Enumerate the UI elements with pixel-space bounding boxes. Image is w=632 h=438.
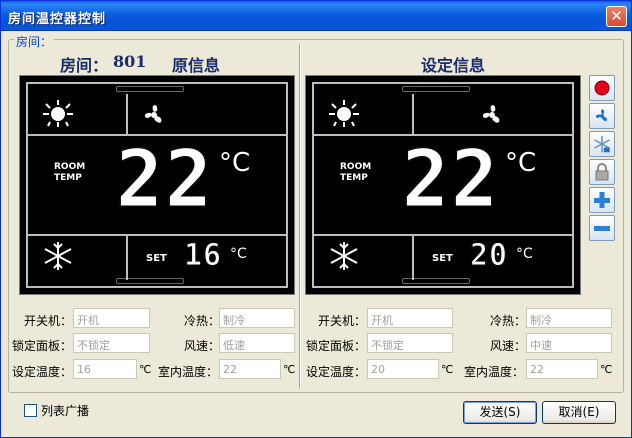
room-temp-label-line1: ROOM bbox=[54, 162, 86, 172]
room-temp-label: 室内温度： bbox=[463, 365, 524, 379]
title-bar[interactable]: 房间温控器控制 ✕ bbox=[1, 1, 631, 31]
set-label: SET bbox=[146, 253, 167, 264]
increase-button[interactable] bbox=[589, 187, 615, 213]
broadcast-label[interactable]: 列表广播 bbox=[41, 402, 89, 419]
setting-fan-field[interactable]: 中速 bbox=[526, 333, 612, 353]
original-fan-field[interactable]: 低速 bbox=[219, 333, 295, 353]
room-temp-unit: ℃ bbox=[600, 363, 613, 376]
mode-button[interactable] bbox=[589, 131, 615, 157]
group-label: 房间： bbox=[14, 33, 55, 50]
original-lcd-display: ROOM TEMP 22 °C SET 16 °C bbox=[19, 75, 295, 295]
set-temp-unit: ℃ bbox=[139, 363, 152, 376]
set-temp-unit: °C bbox=[230, 246, 247, 262]
mode-label: 冷热： bbox=[489, 314, 526, 328]
lock-button[interactable] bbox=[589, 159, 615, 185]
room-temp-unit: °C bbox=[505, 148, 537, 178]
setting-set-temp-field[interactable]: 20 bbox=[367, 359, 439, 379]
set-temp-label: 设定温度： bbox=[305, 365, 366, 379]
room-temperature-digits: 22 bbox=[116, 135, 214, 225]
sun-icon bbox=[326, 98, 362, 131]
room-temperature-digits: 22 bbox=[402, 135, 500, 225]
room-temp-label-line1: ROOM bbox=[340, 162, 372, 172]
room-temp-label-line2: TEMP bbox=[54, 173, 82, 183]
fan-label: 风速： bbox=[183, 339, 220, 353]
lock-label: 锁定面板： bbox=[11, 339, 72, 353]
original-mode-field[interactable]: 制冷 bbox=[219, 308, 295, 328]
window-title: 房间温控器控制 bbox=[8, 12, 107, 27]
set-temp-label: 设定温度： bbox=[11, 365, 72, 379]
cancel-button[interactable]: 取消(E) bbox=[542, 401, 616, 424]
broadcast-checkbox[interactable] bbox=[24, 404, 37, 417]
room-temp-label-line2: TEMP bbox=[340, 173, 368, 183]
power-button[interactable] bbox=[589, 75, 615, 101]
snowflake-icon bbox=[40, 240, 76, 275]
original-lock-field[interactable]: 不锁定 bbox=[73, 333, 150, 353]
fan-speed-button[interactable] bbox=[589, 103, 615, 129]
set-temp-unit: °C bbox=[516, 246, 533, 262]
setting-info-heading: 设定信息 bbox=[421, 56, 486, 75]
decrease-button[interactable] bbox=[589, 215, 615, 241]
sun-icon bbox=[40, 98, 76, 131]
room-temp-unit: °C bbox=[219, 148, 251, 178]
setting-lock-field[interactable]: 不锁定 bbox=[367, 333, 453, 353]
original-room-temp-field[interactable]: 22 bbox=[219, 359, 281, 379]
mode-label: 冷热： bbox=[183, 314, 220, 328]
minus-icon bbox=[594, 226, 610, 231]
send-button[interactable]: 发送(S) bbox=[463, 401, 537, 424]
close-button[interactable]: ✕ bbox=[606, 6, 627, 27]
fan-icon bbox=[138, 100, 170, 133]
set-temperature-digits: 16 bbox=[183, 238, 223, 273]
lock-icon bbox=[595, 163, 609, 181]
setting-power-field[interactable]: 开机 bbox=[367, 308, 453, 328]
room-temp-label: 室内温度： bbox=[157, 365, 218, 379]
power-label: 开关机： bbox=[317, 314, 366, 328]
power-icon bbox=[594, 80, 610, 96]
room-number: 801 bbox=[113, 52, 147, 71]
fan-label: 风速： bbox=[489, 339, 526, 353]
set-temp-unit: ℃ bbox=[441, 363, 454, 376]
lock-label: 锁定面板： bbox=[305, 339, 366, 353]
setting-mode-field[interactable]: 制冷 bbox=[526, 308, 612, 328]
snowflake-icon bbox=[594, 135, 610, 153]
fan-icon bbox=[476, 100, 508, 133]
room-temp-unit: ℃ bbox=[283, 363, 296, 376]
setting-lcd-display: ROOM TEMP 22 °C SET 20 °C bbox=[305, 75, 581, 295]
power-label: 开关机： bbox=[23, 314, 72, 328]
original-power-field[interactable]: 开机 bbox=[73, 308, 150, 328]
room-label: 房间： bbox=[60, 56, 109, 75]
fan-icon bbox=[595, 109, 607, 122]
original-set-temp-field[interactable]: 16 bbox=[73, 359, 137, 379]
plus-icon bbox=[594, 192, 610, 208]
snowflake-icon bbox=[326, 240, 362, 275]
original-info-heading: 原信息 bbox=[172, 56, 221, 75]
set-label: SET bbox=[432, 253, 453, 264]
setting-room-temp-field[interactable]: 22 bbox=[526, 359, 598, 379]
set-temperature-digits: 20 bbox=[469, 238, 509, 273]
